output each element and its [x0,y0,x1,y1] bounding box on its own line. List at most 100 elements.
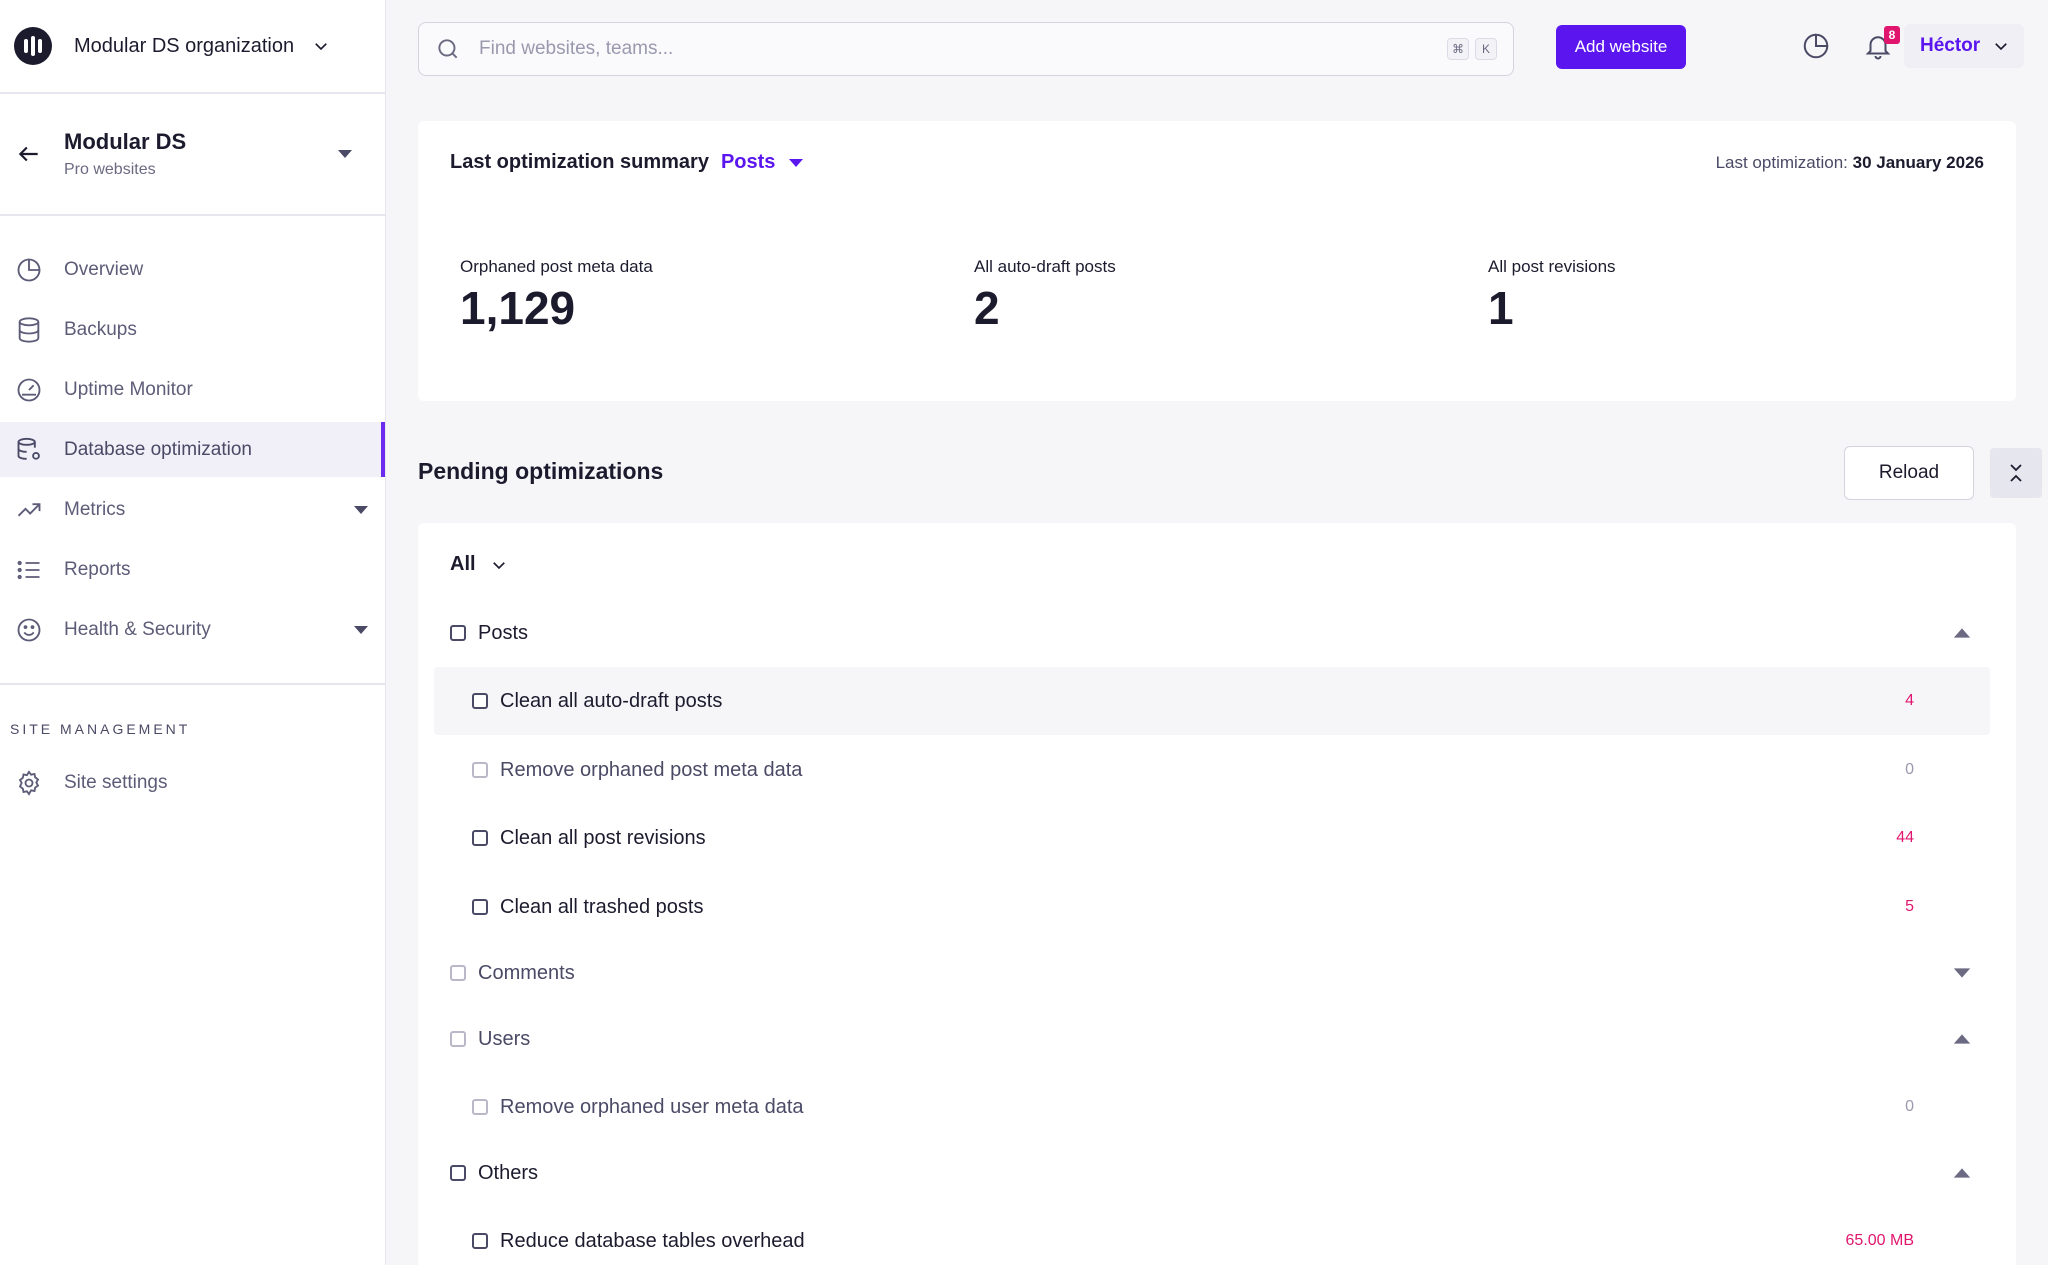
summary-filter-dropdown[interactable]: Posts [721,151,775,174]
group-checkbox[interactable] [450,625,466,641]
last-optimization-info: Last optimization: 30 January 2026 [1716,153,1984,173]
shortcut-key-cmd: ⌘ [1447,38,1469,60]
sidebar-item-health-security[interactable]: Health & Security [0,602,385,657]
stat-value: 2 [974,282,1000,334]
group-checkbox[interactable] [450,1165,466,1181]
sidebar-item-label: Reports [64,558,131,580]
notification-badge: 8 [1884,26,1900,44]
pending-title: Pending optimizations [418,458,664,484]
chevron-down-icon [492,561,505,569]
pending-optimizations-panel: All Posts Clean all auto-draft posts 4 R… [418,523,2016,1265]
database-icon [14,315,44,345]
optimization-summary-card: Last optimization summary Posts Last opt… [418,121,2016,401]
caret-down-icon[interactable] [1952,966,1972,980]
caret-down-icon[interactable] [787,157,805,169]
chevrons-collapse-icon [2010,464,2022,482]
item-checkbox[interactable] [472,693,488,709]
site-info: Modular DS Pro websites [64,129,337,179]
caret-down-icon [354,625,368,634]
group-label: Users [478,1027,531,1050]
search-input[interactable] [479,38,1441,60]
sidebar-item-database-optimization[interactable]: Database optimization [0,422,385,477]
item-label: Reduce database tables overhead [500,1229,805,1252]
optimization-row: Remove orphaned post meta data 0 [434,736,1990,804]
item-label: Clean all post revisions [500,826,706,849]
sidebar-item-label: Uptime Monitor [64,378,193,400]
group-row-comments: Comments [434,939,1990,1007]
sidebar-item-label: Overview [64,258,144,280]
stat-post-revisions: All post revisions 1 [1488,257,1616,335]
item-checkbox[interactable] [472,762,488,778]
group-checkbox[interactable] [450,965,466,981]
sidebar-item-label: Database optimization [64,438,252,460]
caret-up-icon[interactable] [1952,626,1972,640]
app-root: Modular DS organization Modular DS Pro w… [0,0,2048,1265]
last-optimization-date: 30 January 2026 [1852,153,1984,172]
filter-label: All [450,553,476,575]
trending-up-icon [14,495,44,525]
sidebar-item-reports[interactable]: Reports [0,542,385,597]
item-label: Clean all trashed posts [500,895,704,918]
sidebar-item-uptime-monitor[interactable]: Uptime Monitor [0,362,385,417]
sidebar-item-overview[interactable]: Overview [0,242,385,297]
reload-button[interactable]: Reload [1844,446,1974,500]
site-subtitle: Pro websites [64,161,156,178]
org-name: Modular DS organization [74,34,295,57]
site-name: Modular DS [64,129,187,154]
stat-label: All post revisions [1488,257,1616,276]
user-name: Héctor [1920,35,1981,56]
shortcut-key-k: K [1475,38,1497,60]
caret-up-icon[interactable] [1952,1032,1972,1046]
caret-up-icon[interactable] [1952,1166,1972,1180]
back-button[interactable] [14,139,44,169]
item-checkbox[interactable] [472,899,488,915]
activity-button[interactable] [1800,30,1832,62]
sidebar: Modular DS organization Modular DS Pro w… [0,0,386,1265]
collapse-all-button[interactable] [1990,448,2042,498]
item-checkbox[interactable] [472,1233,488,1249]
item-checkbox[interactable] [472,830,488,846]
org-switcher[interactable]: Modular DS organization [0,0,385,94]
sidebar-item-site-settings[interactable]: Site settings [0,755,385,810]
item-count: 65.00 MB [1845,1232,1914,1249]
add-website-button[interactable]: Add website [1556,25,1686,69]
sidebar-nav: Overview Backups Uptime Monitor Database… [0,216,385,657]
chevron-down-icon [315,43,327,51]
item-count: 44 [1896,829,1914,846]
arrow-left-icon [18,146,38,162]
summary-title: Last optimization summary [450,151,709,173]
sidebar-item-backups[interactable]: Backups [0,302,385,357]
optimization-row: Clean all trashed posts 5 [434,873,1990,941]
group-checkbox[interactable] [450,1031,466,1047]
sidebar-item-label: Site settings [64,771,168,793]
optimization-row: Clean all post revisions 44 [434,804,1990,872]
item-label: Remove orphaned user meta data [500,1095,804,1118]
caret-down-icon[interactable] [337,148,353,160]
search-icon [438,39,458,59]
stat-label: All auto-draft posts [974,257,1116,276]
topbar: ⌘ K Add website 8 Héctor [386,0,2048,100]
stat-value: 1 [1488,282,1514,334]
gauge-icon [14,375,44,405]
search-bar: ⌘ K [418,22,1514,76]
caret-down-icon [354,505,368,514]
item-count: 0 [1905,761,1914,778]
database-gear-icon [14,435,44,465]
notifications-button[interactable]: 8 [1862,26,1900,62]
user-menu[interactable]: Héctor [1904,24,2025,68]
gear-icon [14,768,44,798]
pie-chart-icon [14,255,44,285]
chevron-down-icon [1995,43,2008,51]
smile-icon [14,615,44,645]
modular-logo-icon [14,27,52,65]
group-label: Comments [478,961,575,984]
sidebar-item-label: Health & Security [64,618,211,640]
item-checkbox[interactable] [472,1099,488,1115]
sidebar-item-label: Backups [64,318,137,340]
optimization-row: Remove orphaned user meta data 0 [434,1073,1990,1141]
group-row-others: Others [434,1139,1990,1207]
item-count: 0 [1905,1098,1914,1115]
group-row-posts: Posts [434,599,1990,667]
category-filter-dropdown[interactable]: All [450,553,508,576]
sidebar-item-metrics[interactable]: Metrics [0,482,385,537]
